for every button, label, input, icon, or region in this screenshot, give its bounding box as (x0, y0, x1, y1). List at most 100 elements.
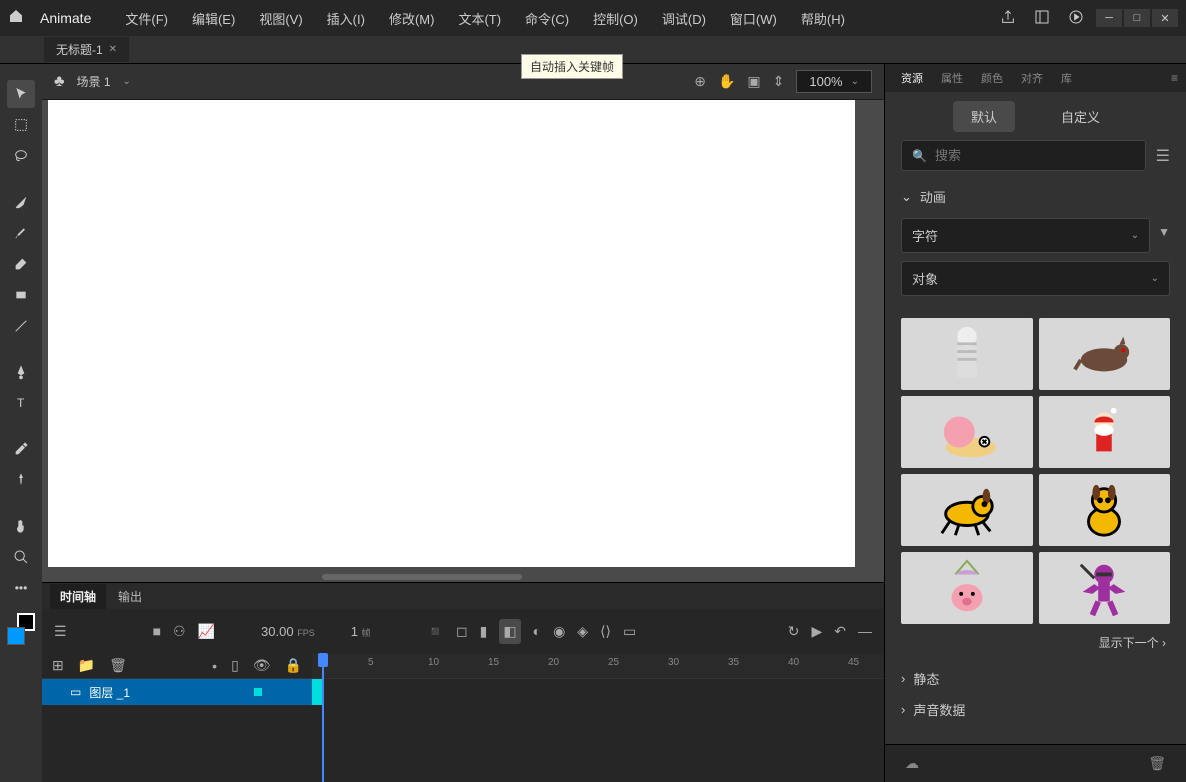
layers-icon[interactable]: ☰ (54, 623, 67, 640)
layer-row[interactable]: ▭ 图层 _1 (42, 679, 312, 705)
insert-frame-icon[interactable]: ▮ (480, 623, 488, 640)
mode-default[interactable]: 默认 (953, 101, 1015, 132)
menu-text[interactable]: 文本(T) (448, 5, 511, 32)
home-icon[interactable] (8, 8, 28, 28)
rotate-stage-icon[interactable]: ✋ (718, 73, 735, 90)
insert-keyframe-icon[interactable]: ◾ (427, 623, 444, 640)
brush-tool[interactable] (7, 219, 35, 247)
delete-icon[interactable]: 🗑 (1148, 755, 1166, 772)
graph-icon[interactable]: 📈 (198, 623, 215, 640)
text-tool[interactable]: T (7, 389, 35, 417)
delete-layer-icon[interactable]: 🗑 (109, 657, 127, 674)
lasso-tool[interactable] (7, 142, 35, 170)
visibility-icon[interactable]: 👁 (253, 657, 271, 674)
more-tools[interactable]: ••• (7, 574, 35, 602)
search-box[interactable]: 🔍 (901, 140, 1146, 171)
loop-icon[interactable]: ↻ (788, 623, 800, 640)
camera-icon[interactable]: ■ (153, 623, 161, 639)
tab-align[interactable]: 对齐 (1013, 66, 1051, 90)
fps-display[interactable]: 30.00 FPS (261, 624, 315, 639)
scene-label[interactable]: 场景 1 (77, 73, 111, 90)
playhead[interactable] (322, 653, 324, 782)
new-layer-icon[interactable]: ⊞ (52, 657, 64, 674)
new-folder-icon[interactable]: 📁 (78, 657, 95, 674)
outline-icon[interactable]: ▯ (231, 657, 239, 674)
panel-menu-icon[interactable]: ≡ (1171, 71, 1178, 85)
asset-santa[interactable] (1039, 396, 1171, 468)
layer-depth-icon[interactable]: ⚇ (173, 623, 186, 640)
asset-dog-run[interactable] (901, 474, 1033, 546)
tab-timeline[interactable]: 时间轴 (50, 584, 106, 609)
document-tab[interactable]: 无标题-1 ✕ (44, 37, 129, 62)
minimize-button[interactable]: ─ (1096, 9, 1122, 27)
onion-skin-icon[interactable]: ◐ (533, 623, 541, 639)
tab-color[interactable]: 颜色 (973, 66, 1011, 90)
filter-icon[interactable]: ▼ (1158, 225, 1170, 239)
close-tab-icon[interactable]: ✕ (109, 44, 117, 55)
animation-section-head[interactable]: ⌄ 动画 (901, 183, 1170, 210)
selection-tool[interactable] (7, 80, 35, 108)
menu-help[interactable]: 帮助(H) (791, 5, 855, 32)
eyedropper-tool[interactable] (7, 435, 35, 463)
scene-icon[interactable]: ♣ (54, 73, 65, 91)
fluid-brush-tool[interactable] (7, 188, 35, 216)
zoom-stepper-icon[interactable]: ⇕ (773, 73, 785, 90)
menu-control[interactable]: 控制(O) (583, 5, 648, 32)
auto-keyframe-icon[interactable]: ◧ (499, 619, 520, 644)
free-transform-tool[interactable] (7, 111, 35, 139)
frame-display[interactable]: 1 帧 (351, 624, 371, 639)
static-section-head[interactable]: › 静态 (901, 665, 1170, 692)
prev-frame-icon[interactable]: ↶ (834, 623, 846, 640)
fill-color[interactable] (7, 627, 25, 645)
asset-snail[interactable] (901, 396, 1033, 468)
menu-file[interactable]: 文件(F) (115, 5, 178, 32)
line-tool[interactable] (7, 312, 35, 340)
close-button[interactable]: ✕ (1152, 9, 1178, 27)
color-swatches[interactable] (7, 613, 35, 645)
mode-custom[interactable]: 自定义 (1043, 101, 1118, 132)
pen-tool[interactable] (7, 358, 35, 386)
asset-dog-sit[interactable] (1039, 474, 1171, 546)
marker-icon[interactable]: ◈ (577, 623, 588, 640)
upload-icon[interactable]: ☁ (905, 755, 919, 772)
frames-area[interactable]: 5 10 15 20 25 30 35 40 45 (312, 653, 884, 782)
search-input[interactable] (935, 148, 1135, 163)
clip-stage-icon[interactable]: ▣ (747, 73, 760, 90)
zoom-tool[interactable] (7, 543, 35, 571)
frame-view-icon[interactable]: ▭ (623, 623, 636, 640)
object-dropdown[interactable]: 对象⌄ (901, 261, 1170, 296)
highlight-icon[interactable]: • (212, 658, 217, 674)
asset-wolf[interactable] (1039, 318, 1171, 390)
asset-ninja[interactable] (1039, 552, 1171, 624)
play-button[interactable]: ▶ (811, 623, 822, 640)
next-frame-icon[interactable]: — (858, 623, 872, 639)
character-dropdown[interactable]: 字符⌄ (901, 218, 1150, 253)
play-icon[interactable] (1068, 9, 1084, 28)
tab-properties[interactable]: 属性 (933, 66, 971, 90)
maximize-button[interactable]: □ (1124, 9, 1150, 27)
menu-window[interactable]: 窗口(W) (720, 5, 787, 32)
menu-insert[interactable]: 插入(I) (317, 5, 375, 32)
workspace-icon[interactable] (1034, 9, 1050, 28)
frame-ruler[interactable]: 5 10 15 20 25 30 35 40 45 (312, 653, 884, 679)
hand-tool[interactable] (7, 512, 35, 540)
canvas[interactable] (48, 100, 855, 567)
insert-blank-keyframe-icon[interactable]: ◻ (456, 623, 468, 640)
tab-output[interactable]: 输出 (108, 584, 152, 609)
rectangle-tool[interactable] (7, 281, 35, 309)
show-next-link[interactable]: 显示下一个 › (885, 624, 1186, 661)
asset-mummy[interactable] (901, 318, 1033, 390)
asset-pig[interactable] (901, 552, 1033, 624)
horizontal-scrollbar[interactable] (322, 574, 522, 580)
menu-edit[interactable]: 编辑(E) (182, 5, 245, 32)
tween-icon[interactable]: ⟨⟩ (600, 623, 611, 640)
zoom-field[interactable]: 100%⌄ (796, 70, 872, 93)
menu-commands[interactable]: 命令(C) (515, 5, 579, 32)
edit-multiple-icon[interactable]: ◉ (553, 623, 565, 640)
frame-track[interactable] (312, 679, 884, 705)
pin-tool[interactable] (7, 466, 35, 494)
view-grid-icon[interactable]: ☰ (1156, 146, 1170, 166)
menu-debug[interactable]: 调试(D) (652, 5, 716, 32)
stage[interactable] (42, 100, 884, 582)
menu-modify[interactable]: 修改(M) (379, 5, 445, 32)
